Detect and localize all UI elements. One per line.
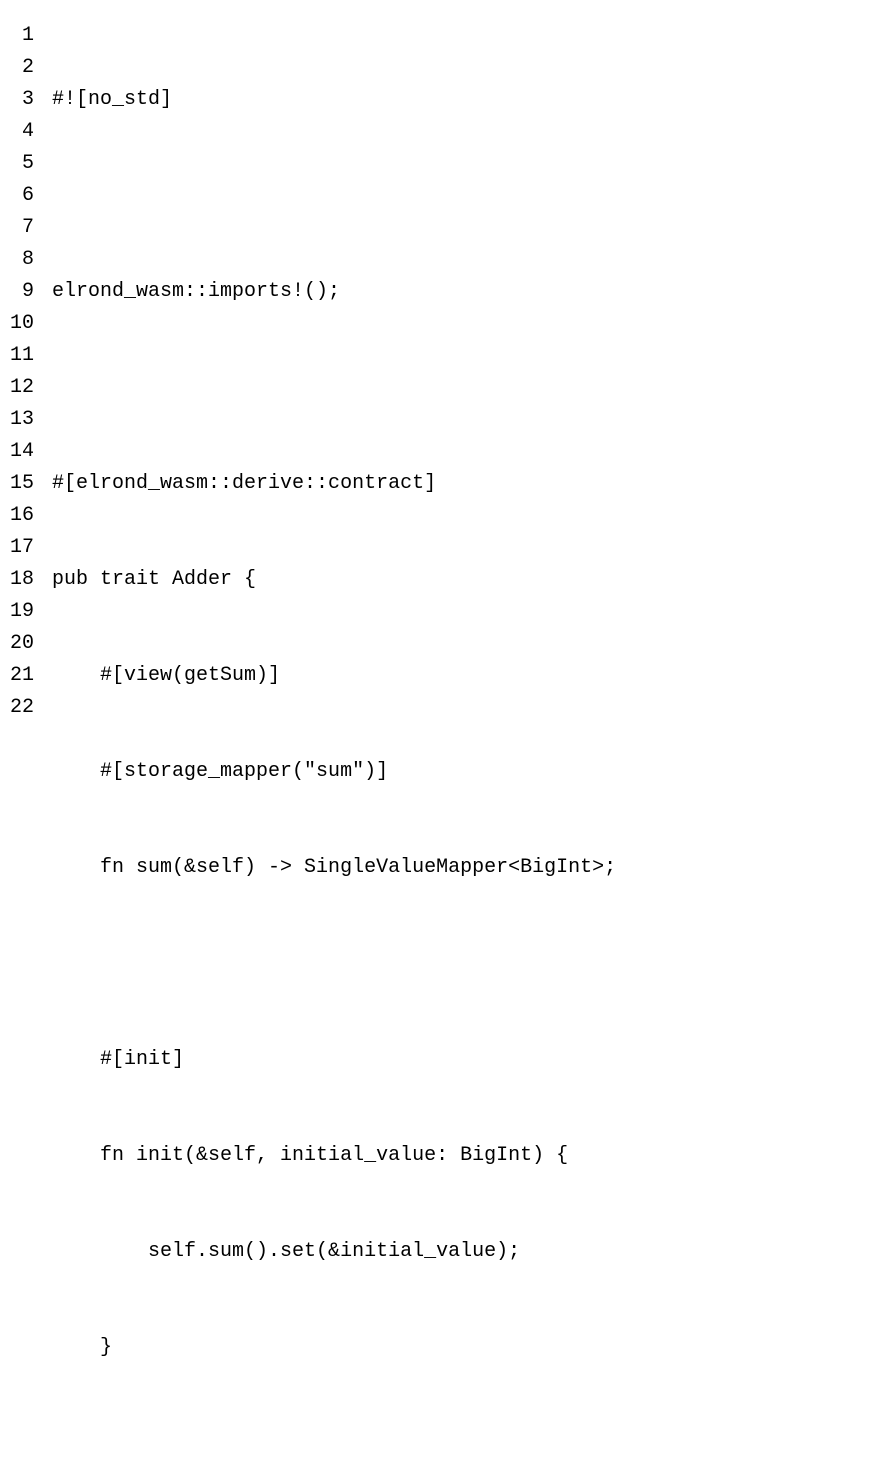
code-line (52, 372, 880, 404)
code-line: #[elrond_wasm::derive::contract] (52, 468, 880, 500)
line-number: 7 (10, 212, 34, 244)
line-number: 2 (10, 52, 34, 84)
code-line: } (52, 1332, 880, 1364)
line-number: 6 (10, 180, 34, 212)
line-number: 21 (10, 660, 34, 692)
line-number: 14 (10, 436, 34, 468)
line-number: 1 (10, 20, 34, 52)
line-number: 17 (10, 532, 34, 564)
line-number: 8 (10, 244, 34, 276)
line-number-gutter: 1 2 3 4 5 6 7 8 9 10 11 12 13 14 15 16 1… (10, 20, 52, 1464)
code-line: fn sum(&self) -> SingleValueMapper<BigIn… (52, 852, 880, 884)
code-line: #[storage_mapper("sum")] (52, 756, 880, 788)
line-number: 13 (10, 404, 34, 436)
code-line: fn init(&self, initial_value: BigInt) { (52, 1140, 880, 1172)
code-line: elrond_wasm::imports!(); (52, 276, 880, 308)
code-line: #![no_std] (52, 84, 880, 116)
line-number: 15 (10, 468, 34, 500)
line-number: 3 (10, 84, 34, 116)
code-line (52, 1428, 880, 1460)
line-number: 10 (10, 308, 34, 340)
code-block: 1 2 3 4 5 6 7 8 9 10 11 12 13 14 15 16 1… (10, 20, 880, 1464)
code-line (52, 180, 880, 212)
code-line: self.sum().set(&initial_value); (52, 1236, 880, 1268)
line-number: 22 (10, 692, 34, 724)
code-line: #[init] (52, 1044, 880, 1076)
line-number: 11 (10, 340, 34, 372)
line-number: 5 (10, 148, 34, 180)
code-content: #![no_std] elrond_wasm::imports!(); #[el… (52, 20, 880, 1464)
line-number: 16 (10, 500, 34, 532)
code-line (52, 948, 880, 980)
code-line: #[view(getSum)] (52, 660, 880, 692)
line-number: 4 (10, 116, 34, 148)
line-number: 12 (10, 372, 34, 404)
line-number: 20 (10, 628, 34, 660)
code-line: pub trait Adder { (52, 564, 880, 596)
line-number: 19 (10, 596, 34, 628)
line-number: 9 (10, 276, 34, 308)
line-number: 18 (10, 564, 34, 596)
